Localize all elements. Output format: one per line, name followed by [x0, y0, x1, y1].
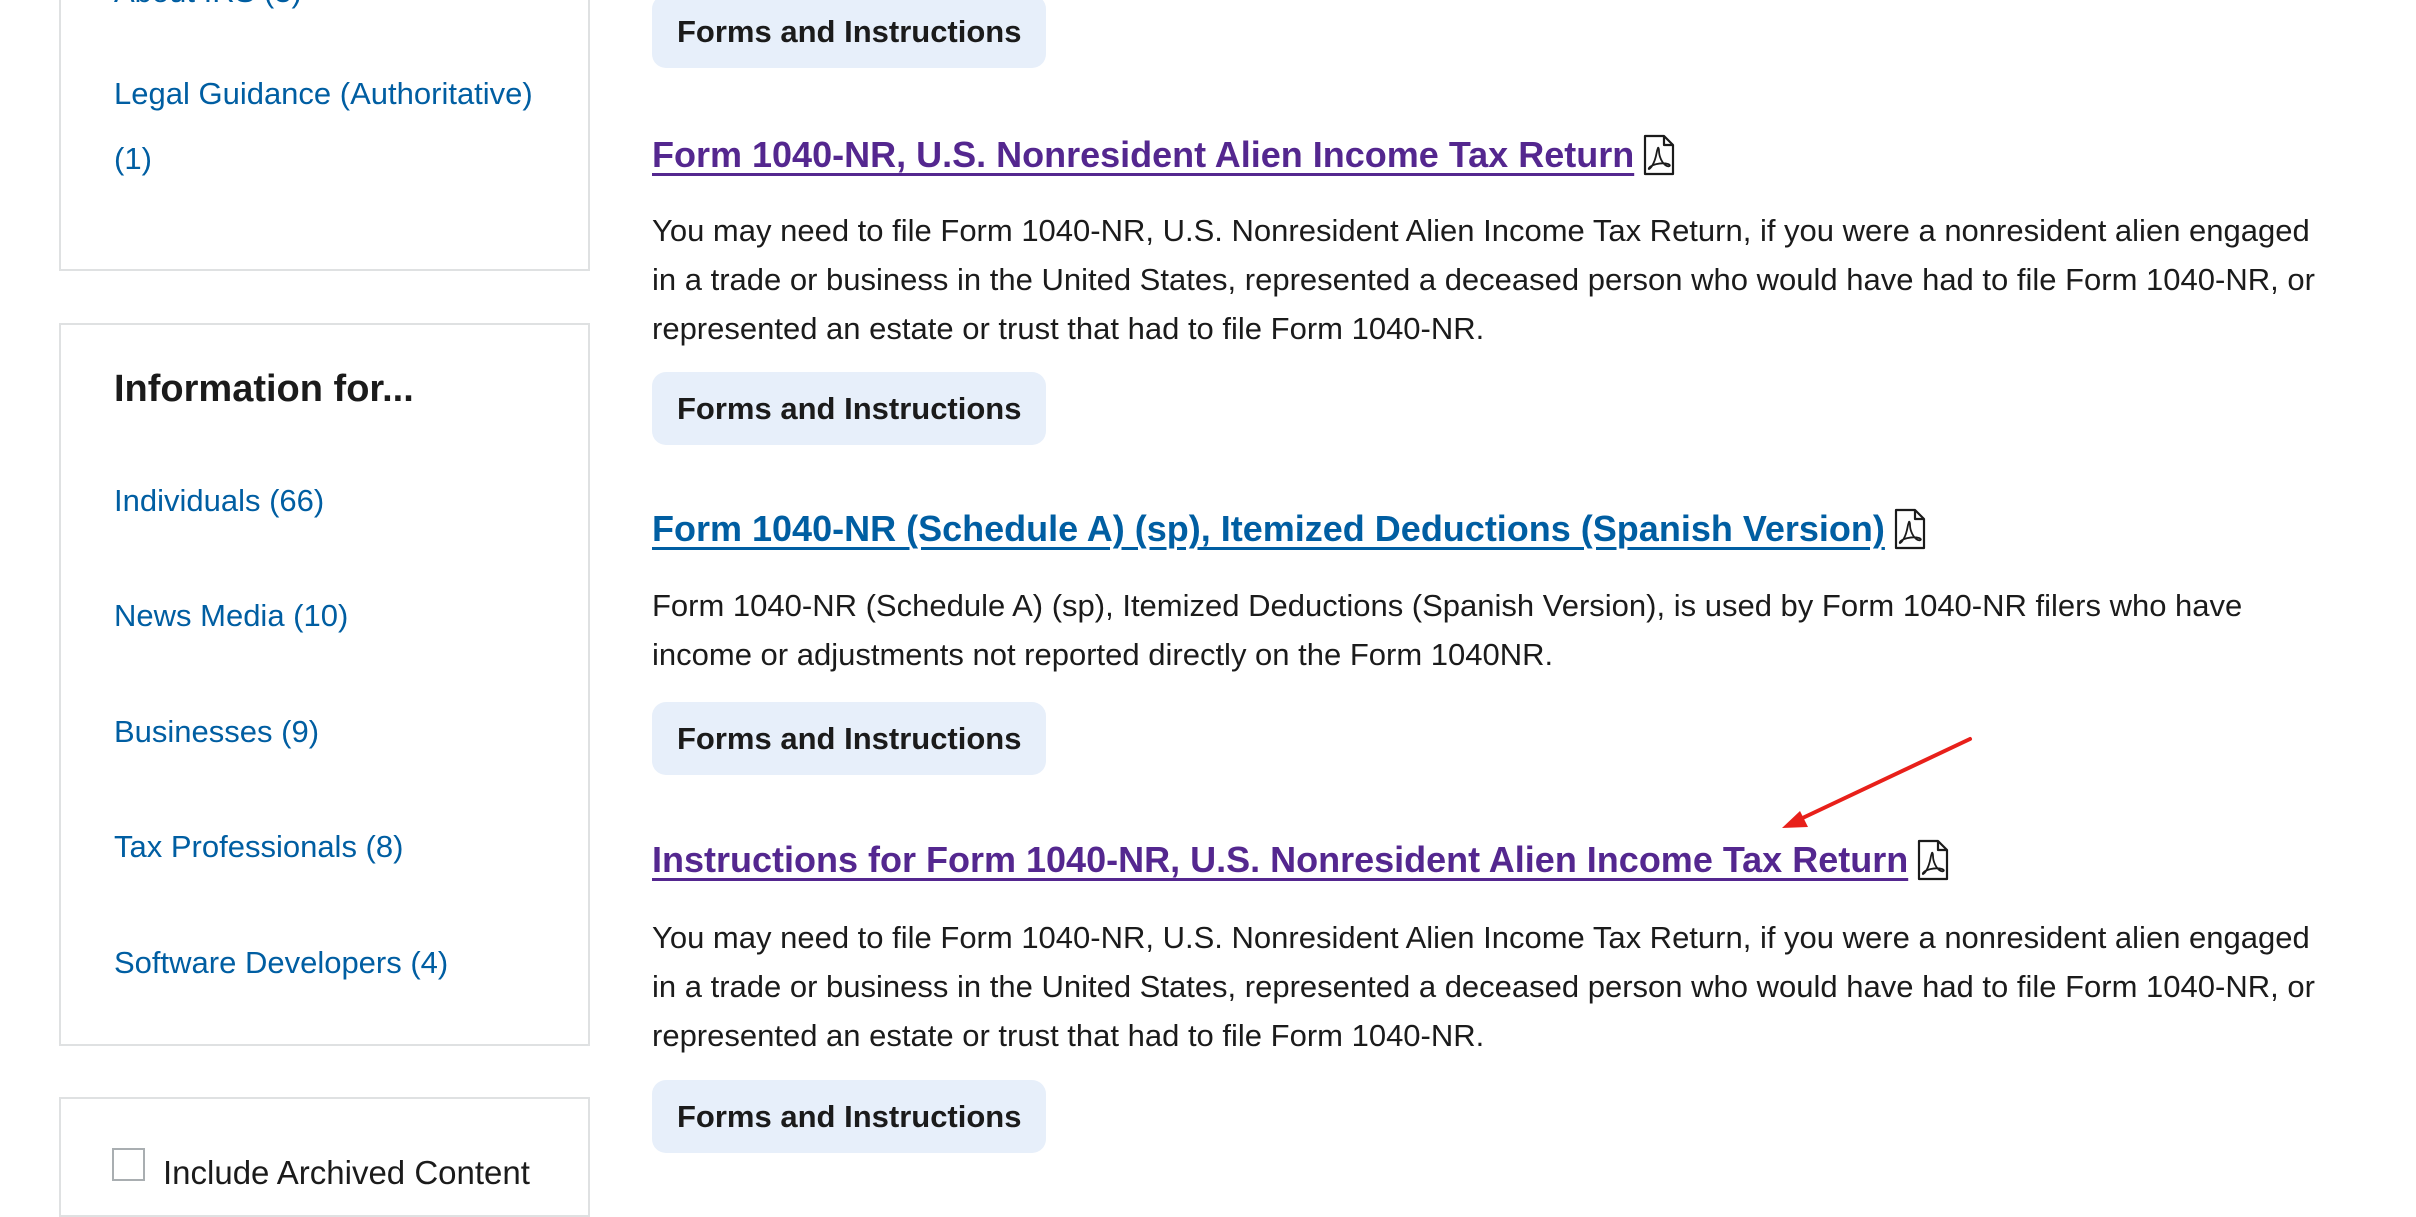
tag-forms-and-instructions[interactable]: Forms and Instructions [652, 702, 1047, 775]
annotation-arrow-icon [1782, 737, 1972, 828]
result-title-text: Form 1040-NR, U.S. Nonresident Alien Inc… [652, 134, 1635, 175]
facet-link-legal-guidance-count[interactable]: (1) [114, 127, 152, 191]
facet-box-archived: Include Archived Content [59, 1097, 590, 1217]
result-description: You may need to file Form 1040-NR, U.S. … [652, 920, 2315, 1053]
result-title-link[interactable]: Form 1040-NR, U.S. Nonresident Alien Inc… [652, 134, 1676, 176]
tag-forms-and-instructions[interactable]: Forms and Instructions [652, 372, 1047, 445]
result-description: You may need to file Form 1040-NR, U.S. … [652, 213, 2315, 346]
facet-box-information-for: Information for... Individuals (66) News… [59, 323, 590, 1046]
pdf-icon [1918, 839, 1949, 881]
archived-checkbox-label[interactable]: Include Archived Content [163, 1154, 530, 1192]
facet-link-about-irs[interactable]: About IRS (3) [114, 0, 302, 24]
facet-link-tax-professionals[interactable]: Tax Professionals (8) [114, 815, 403, 879]
result-title-text: Form 1040-NR (Schedule A) (sp), Itemized… [652, 508, 1885, 549]
pdf-icon [1894, 508, 1925, 550]
facet-link-news-media[interactable]: News Media (10) [114, 584, 348, 648]
facet-link-legal-guidance[interactable]: Legal Guidance (Authoritative) [114, 62, 533, 126]
facet-link-software-developers[interactable]: Software Developers (4) [114, 931, 448, 995]
result-description: Form 1040-NR (Schedule A) (sp), Itemized… [652, 588, 2243, 672]
facet-title-information-for: Information for... [114, 368, 414, 410]
facet-box-topics: About IRS (3) Legal Guidance (Authoritat… [59, 0, 590, 271]
facet-link-individuals[interactable]: Individuals (66) [114, 469, 324, 533]
pdf-icon [1644, 134, 1675, 176]
result-title-link[interactable]: Form 1040-NR (Schedule A) (sp), Itemized… [652, 508, 1927, 550]
facet-link-businesses[interactable]: Businesses (9) [114, 700, 319, 764]
result-title-text: Instructions for Form 1040-NR, U.S. Nonr… [652, 839, 1909, 880]
tag-forms-and-instructions[interactable]: Forms and Instructions [652, 1080, 1047, 1153]
archived-checkbox[interactable] [112, 1148, 145, 1181]
tag-forms-and-instructions[interactable]: Forms and Instructions [652, 0, 1047, 68]
result-title-link[interactable]: Instructions for Form 1040-NR, U.S. Nonr… [652, 839, 1950, 881]
